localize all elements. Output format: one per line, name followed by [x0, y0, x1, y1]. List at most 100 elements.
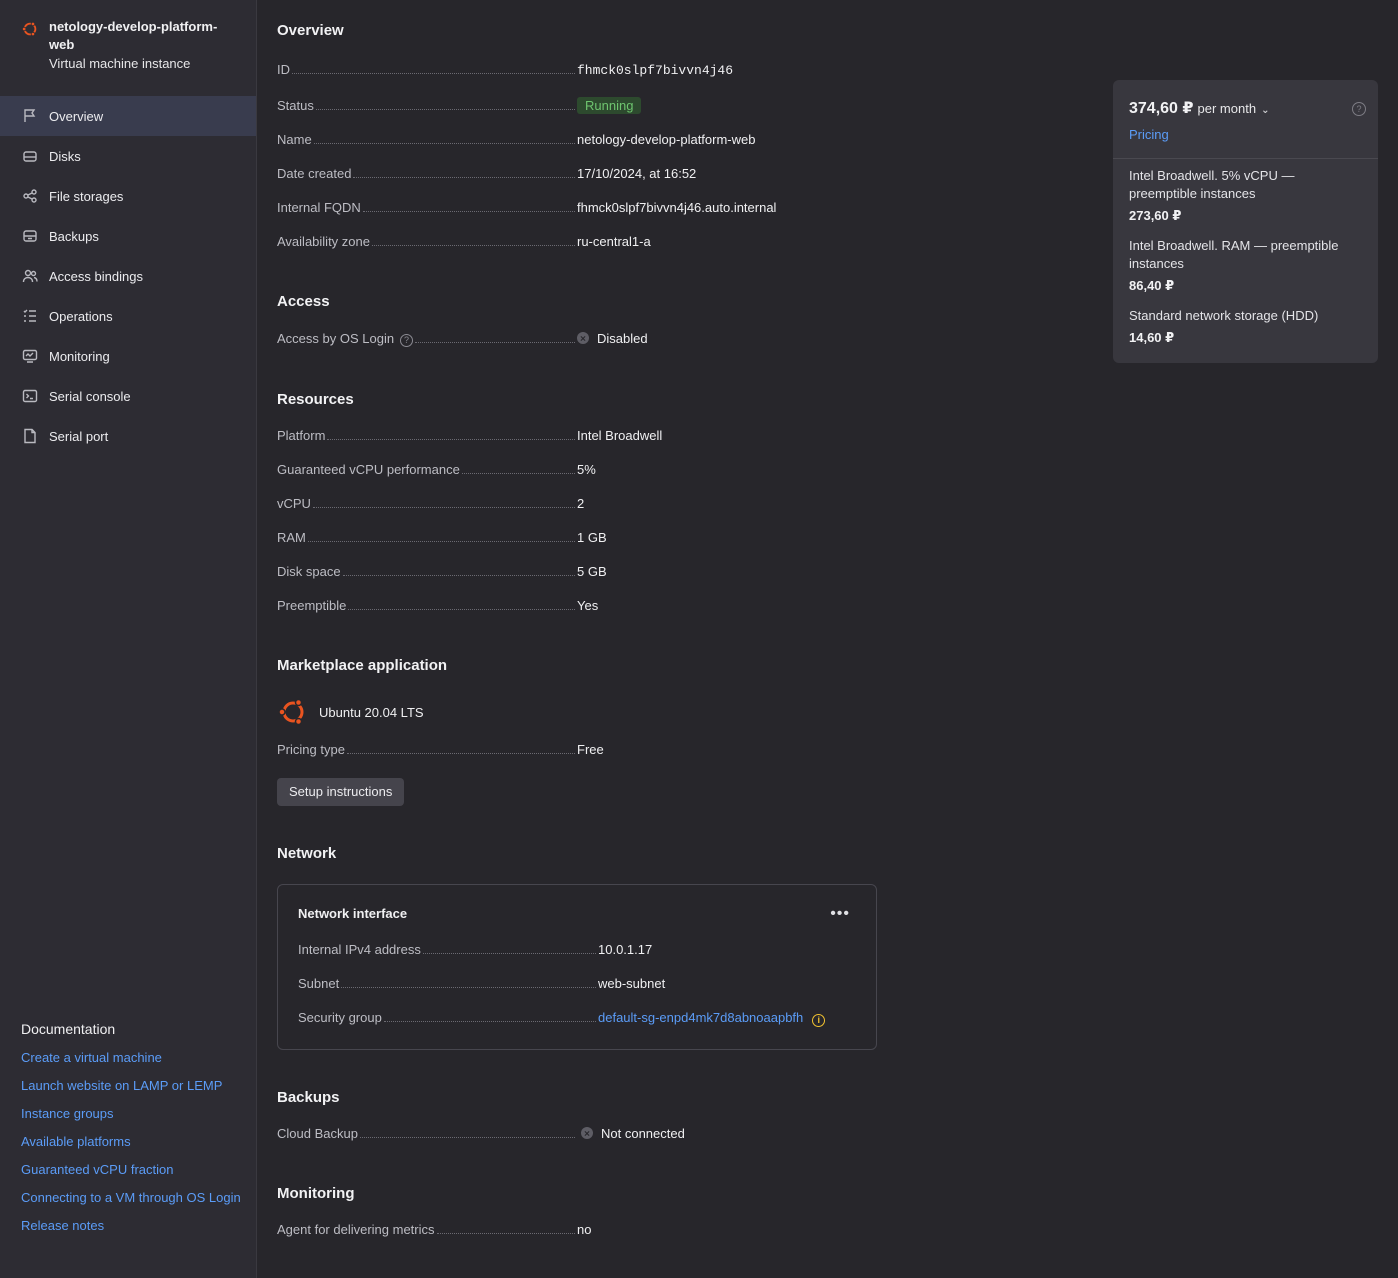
users-icon: [21, 267, 39, 285]
chevron-down-icon: ⌄: [1261, 105, 1270, 116]
pricing-link[interactable]: Pricing: [1129, 127, 1362, 142]
disk-value: 5 GB: [577, 564, 607, 579]
price-total-toggle[interactable]: 374,60 ₽ per month ⌄: [1129, 98, 1362, 118]
name-label: Name: [277, 132, 312, 147]
price-item: Intel Broadwell. RAM — preemptible insta…: [1129, 237, 1362, 295]
sidebar-item-file-storages[interactable]: File storages: [0, 176, 256, 216]
sidebar: netology-develop-platform-web Virtual ma…: [0, 0, 257, 1278]
fqdn-row: Internal FQDN fhmck0slpf7bivvn4j46.auto.…: [277, 200, 877, 220]
more-options-button[interactable]: •••: [830, 906, 850, 922]
platform-row: Platform Intel Broadwell: [277, 428, 877, 448]
ram-row: RAM 1 GB: [277, 530, 877, 550]
sidebar-item-access-bindings[interactable]: Access bindings: [0, 256, 256, 296]
agent-row: Agent for delivering metrics no: [277, 1222, 877, 1242]
fqdn-value[interactable]: fhmck0slpf7bivvn4j46.auto.internal: [577, 200, 776, 215]
ubuntu-logo-icon: [278, 698, 304, 726]
status-label: Status: [277, 98, 314, 113]
sidebar-item-serial-console[interactable]: Serial console: [0, 376, 256, 416]
sidebar-item-backups[interactable]: Backups: [0, 216, 256, 256]
doc-link-available-platforms[interactable]: Available platforms: [21, 1133, 241, 1151]
warning-icon[interactable]: i: [812, 1014, 826, 1027]
price-item: Intel Broadwell. 5% vCPU — preemptible i…: [1129, 167, 1362, 225]
id-label: ID: [277, 62, 290, 77]
sidebar-item-disks[interactable]: Disks: [0, 136, 256, 176]
network-interface-card: Network interface ••• Internal IPv4 addr…: [277, 884, 877, 1050]
vcpu-value: 2: [577, 496, 585, 511]
sidebar-item-label: Backups: [49, 228, 99, 244]
vcpu-row: vCPU 2: [277, 496, 877, 516]
setup-instructions-button[interactable]: Setup instructions: [277, 778, 405, 806]
sidebar-item-label: Access bindings: [49, 268, 143, 284]
platform-label: Platform: [277, 428, 326, 443]
resources-title: Resources: [277, 391, 354, 408]
terminal-icon: [21, 387, 39, 405]
pricing-card: 374,60 ₽ per month ⌄ ? Pricing Intel Bro…: [1113, 80, 1378, 363]
ipv4-row: Internal IPv4 address 10.0.1.17: [298, 942, 858, 962]
platform-value: Intel Broadwell: [577, 428, 663, 443]
security-group-link[interactable]: default-sg-enpd4mk7d8abnoaapbfh: [598, 1010, 803, 1025]
marketplace-title: Marketplace application: [277, 657, 448, 674]
access-title: Access: [277, 293, 330, 310]
share-icon: [21, 187, 39, 205]
price-item-name: Intel Broadwell. 5% vCPU — preemptible i…: [1129, 168, 1295, 201]
preemptible-value: Yes: [577, 598, 599, 613]
doc-link-os-login[interactable]: Connecting to a VM through OS Login: [21, 1189, 241, 1207]
vcpu-label: vCPU: [277, 496, 311, 511]
network-interface-title: Network interface: [298, 906, 408, 921]
sidebar-item-label: Operations: [49, 308, 113, 324]
disabled-icon: [577, 332, 589, 344]
os-login-value: Disabled: [597, 331, 648, 346]
disk-row: Disk space 5 GB: [277, 564, 877, 584]
id-row: ID fhmck0slpf7bivvn4j46: [277, 62, 877, 82]
price-item-value: 14,60 ₽: [1129, 330, 1175, 345]
sidebar-nav: Overview Disks File storages Backups Acc…: [0, 96, 256, 456]
ubuntu-logo-icon: [21, 21, 37, 37]
cloud-backup-label: Cloud Backup: [277, 1126, 358, 1141]
date-value: 17/10/2024, at 16:52: [577, 166, 697, 181]
ipv4-label: Internal IPv4 address: [298, 942, 421, 957]
ram-label: RAM: [277, 530, 306, 545]
id-value[interactable]: fhmck0slpf7bivvn4j46: [577, 63, 733, 78]
doc-link-release-notes[interactable]: Release notes: [21, 1217, 241, 1235]
sidebar-item-label: Serial console: [49, 388, 131, 404]
sidebar-item-label: Serial port: [49, 428, 109, 444]
doc-link-vcpu-fraction[interactable]: Guaranteed vCPU fraction: [21, 1161, 241, 1179]
subnet-label: Subnet: [298, 976, 340, 991]
cloud-backup-value: Not connected: [601, 1126, 685, 1141]
documentation-section: Documentation Create a virtual machine L…: [21, 1019, 241, 1245]
subnet-link[interactable]: web-subnet: [598, 976, 665, 991]
name-value[interactable]: netology-develop-platform-web: [577, 132, 755, 147]
sidebar-item-overview[interactable]: Overview: [0, 96, 256, 136]
price-item-value: 86,40 ₽: [1129, 278, 1175, 293]
monitor-icon: [21, 347, 39, 365]
fqdn-label: Internal FQDN: [277, 200, 361, 215]
doc-link-create-vm[interactable]: Create a virtual machine: [21, 1049, 241, 1067]
sidebar-header: netology-develop-platform-web Virtual ma…: [21, 18, 241, 72]
os-login-label: Access by OS Login: [277, 331, 395, 346]
monitoring-title: Monitoring: [277, 1185, 355, 1202]
app-name: Ubuntu 20.04 LTS: [319, 704, 424, 720]
doc-link-instance-groups[interactable]: Instance groups: [21, 1105, 241, 1123]
cloud-backup-row: Cloud Backup Not connected: [277, 1126, 877, 1146]
help-icon[interactable]: ?: [400, 334, 414, 347]
overview-title: Overview: [277, 22, 344, 39]
sidebar-item-serial-port[interactable]: Serial port: [0, 416, 256, 456]
instance-title: netology-develop-platform-web: [49, 19, 218, 52]
list-icon: [21, 307, 39, 325]
doc-link-lamp-lemp[interactable]: Launch website on LAMP or LEMP: [21, 1077, 241, 1095]
help-icon[interactable]: ?: [1352, 102, 1366, 116]
pricing-summary: 374,60 ₽ per month ⌄ ? Pricing: [1113, 80, 1378, 159]
ipv4-value[interactable]: 10.0.1.17: [598, 942, 652, 957]
agent-label: Agent for delivering metrics: [277, 1222, 435, 1237]
security-group-label: Security group: [298, 1010, 382, 1025]
vcpu-perf-label: Guaranteed vCPU performance: [277, 462, 460, 477]
pricing-type-label: Pricing type: [277, 742, 345, 757]
sidebar-item-label: Disks: [49, 148, 81, 164]
sidebar-item-monitoring[interactable]: Monitoring: [0, 336, 256, 376]
preemptible-row: Preemptible Yes: [277, 598, 877, 618]
documentation-title: Documentation: [21, 1021, 116, 1037]
ram-value: 1 GB: [577, 530, 607, 545]
price-total: 374,60 ₽: [1129, 100, 1194, 117]
zone-value: ru-central1-a: [577, 234, 651, 249]
sidebar-item-operations[interactable]: Operations: [0, 296, 256, 336]
